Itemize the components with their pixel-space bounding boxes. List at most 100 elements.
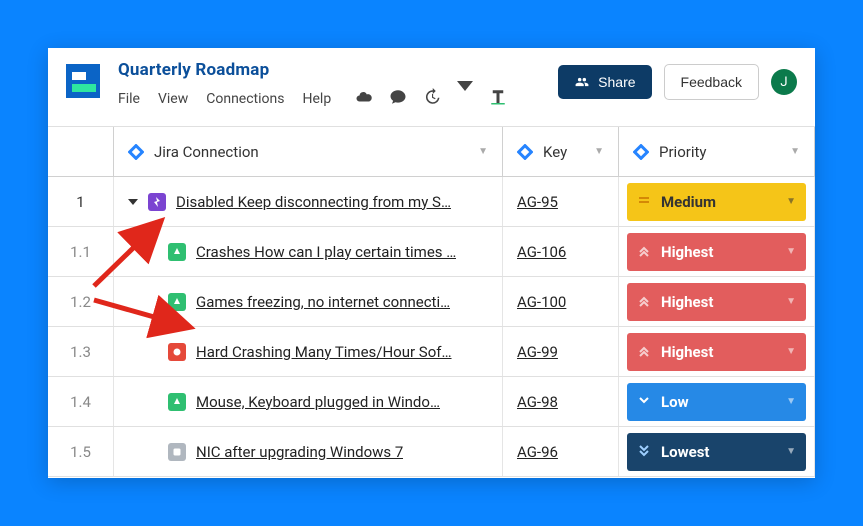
menu-help[interactable]: Help xyxy=(303,91,332,107)
row-number: 1.3 xyxy=(48,327,114,376)
issue-key: AG-98 xyxy=(517,393,558,411)
people-icon xyxy=(574,75,590,89)
priority-label: Medium xyxy=(661,193,716,211)
chevron-down-icon[interactable]: ▼ xyxy=(786,396,796,407)
key-cell[interactable]: AG-95 xyxy=(503,177,619,226)
priority-badge[interactable]: Highest ▼ xyxy=(627,233,806,271)
priority-label: Lowest xyxy=(661,443,709,461)
issue-summary[interactable]: Games freezing, no internet connecti… xyxy=(196,293,450,311)
share-button[interactable]: Share xyxy=(558,65,651,99)
priority-badge[interactable]: Lowest ▼ xyxy=(627,433,806,471)
priority-label: Highest xyxy=(661,293,713,311)
column-header-row: Jira Connection ▼ Key ▼ Priority ▼ xyxy=(48,127,815,177)
expand-caret-icon[interactable] xyxy=(128,199,138,205)
summary-cell[interactable]: Games freezing, no internet connecti… xyxy=(114,277,503,326)
summary-cell[interactable]: Hard Crashing Many Times/Hour Sof… xyxy=(114,327,503,376)
chevron-down-icon[interactable]: ▼ xyxy=(790,146,800,157)
feedback-button[interactable]: Feedback xyxy=(664,64,759,100)
summary-cell[interactable]: Crashes How can I play certain times … xyxy=(114,227,503,276)
column-header-title[interactable]: Jira Connection ▼ xyxy=(114,127,503,176)
column-header-key[interactable]: Key ▼ xyxy=(503,127,619,176)
row-number: 1.1 xyxy=(48,227,114,276)
menu-file[interactable]: File xyxy=(118,91,140,107)
summary-cell[interactable]: Mouse, Keyboard plugged in Windo… xyxy=(114,377,503,426)
priority-cell: Medium ▼ xyxy=(619,177,815,226)
chevron-down-icon[interactable]: ▼ xyxy=(786,446,796,457)
row-number: 1.2 xyxy=(48,277,114,326)
chevron-down-icon[interactable]: ▼ xyxy=(786,346,796,357)
priority-cell: Lowest ▼ xyxy=(619,427,815,476)
jira-diamond-icon xyxy=(633,144,649,160)
key-cell[interactable]: AG-106 xyxy=(503,227,619,276)
menubar: File View Connections Help xyxy=(118,88,558,110)
story-type-icon xyxy=(168,293,186,311)
priority-cell: Low ▼ xyxy=(619,377,815,426)
column-header-priority[interactable]: Priority ▼ xyxy=(619,127,815,176)
priority-badge[interactable]: Highest ▼ xyxy=(627,333,806,371)
column-header-rownum xyxy=(48,127,114,176)
issue-summary[interactable]: NIC after upgrading Windows 7 xyxy=(196,443,403,461)
priority-label: Highest xyxy=(661,243,713,261)
priority-badge[interactable]: Low ▼ xyxy=(627,383,806,421)
doc-title[interactable]: Quarterly Roadmap xyxy=(118,60,558,80)
priority-icon xyxy=(637,193,651,211)
chevron-down-icon[interactable]: ▼ xyxy=(594,146,604,157)
task-type-icon xyxy=(168,443,186,461)
priority-cell: Highest ▼ xyxy=(619,227,815,276)
table-row: 1.3 Hard Crashing Many Times/Hour Sof… AG-… xyxy=(48,327,815,377)
priority-icon xyxy=(637,243,651,261)
issue-summary[interactable]: Crashes How can I play certain times … xyxy=(196,243,456,261)
issue-summary[interactable]: Disabled Keep disconnecting from my S… xyxy=(176,193,451,211)
key-cell[interactable]: AG-99 xyxy=(503,327,619,376)
menu-view[interactable]: View xyxy=(158,91,188,107)
priority-icon xyxy=(637,393,651,411)
epic-type-icon xyxy=(148,193,166,211)
summary-cell[interactable]: Disabled Keep disconnecting from my S… xyxy=(114,177,503,226)
priority-cell: Highest ▼ xyxy=(619,327,815,376)
issue-key: AG-95 xyxy=(517,193,558,211)
filter-icon[interactable] xyxy=(457,91,473,107)
comment-icon[interactable] xyxy=(389,88,407,110)
issue-key: AG-106 xyxy=(517,243,566,261)
row-number: 1 xyxy=(48,177,114,226)
story-type-icon xyxy=(168,243,186,261)
avatar[interactable]: J xyxy=(771,69,797,95)
menu-connections[interactable]: Connections xyxy=(206,91,284,107)
issue-summary[interactable]: Hard Crashing Many Times/Hour Sof… xyxy=(196,343,452,361)
priority-icon xyxy=(637,293,651,311)
issue-summary[interactable]: Mouse, Keyboard plugged in Windo… xyxy=(196,393,440,411)
jira-diamond-icon xyxy=(517,144,533,160)
history-icon[interactable] xyxy=(423,88,441,110)
priority-icon xyxy=(637,343,651,361)
summary-cell[interactable]: NIC after upgrading Windows 7 xyxy=(114,427,503,476)
priority-label: Low xyxy=(661,393,689,411)
table-row: 1.1 Crashes How can I play certain times … xyxy=(48,227,815,277)
bug-type-icon xyxy=(168,343,186,361)
chevron-down-icon[interactable]: ▼ xyxy=(786,196,796,207)
priority-badge[interactable]: Medium ▼ xyxy=(627,183,806,221)
chevron-down-icon[interactable]: ▼ xyxy=(786,296,796,307)
table-row: 1.2 Games freezing, no internet connecti…… xyxy=(48,277,815,327)
app-logo xyxy=(66,64,100,98)
priority-label: Highest xyxy=(661,343,713,361)
table-row: 1.5 NIC after upgrading Windows 7 AG-96 Low… xyxy=(48,427,815,477)
row-number: 1.4 xyxy=(48,377,114,426)
jira-diamond-icon xyxy=(128,144,144,160)
issue-key: AG-99 xyxy=(517,343,558,361)
cloud-icon[interactable] xyxy=(355,88,373,110)
key-cell[interactable]: AG-96 xyxy=(503,427,619,476)
row-number: 1.5 xyxy=(48,427,114,476)
key-cell[interactable]: AG-98 xyxy=(503,377,619,426)
priority-icon xyxy=(637,443,651,461)
issue-key: AG-96 xyxy=(517,443,558,461)
table-row: 1.4 Mouse, Keyboard plugged in Windo… AG-9… xyxy=(48,377,815,427)
priority-cell: Highest ▼ xyxy=(619,277,815,326)
top-bar: Quarterly Roadmap File View Connections … xyxy=(48,48,815,127)
format-icon[interactable] xyxy=(489,88,507,110)
priority-badge[interactable]: Highest ▼ xyxy=(627,283,806,321)
story-type-icon xyxy=(168,393,186,411)
key-cell[interactable]: AG-100 xyxy=(503,277,619,326)
issue-key: AG-100 xyxy=(517,293,566,311)
chevron-down-icon[interactable]: ▼ xyxy=(786,246,796,257)
chevron-down-icon[interactable]: ▼ xyxy=(478,146,488,157)
